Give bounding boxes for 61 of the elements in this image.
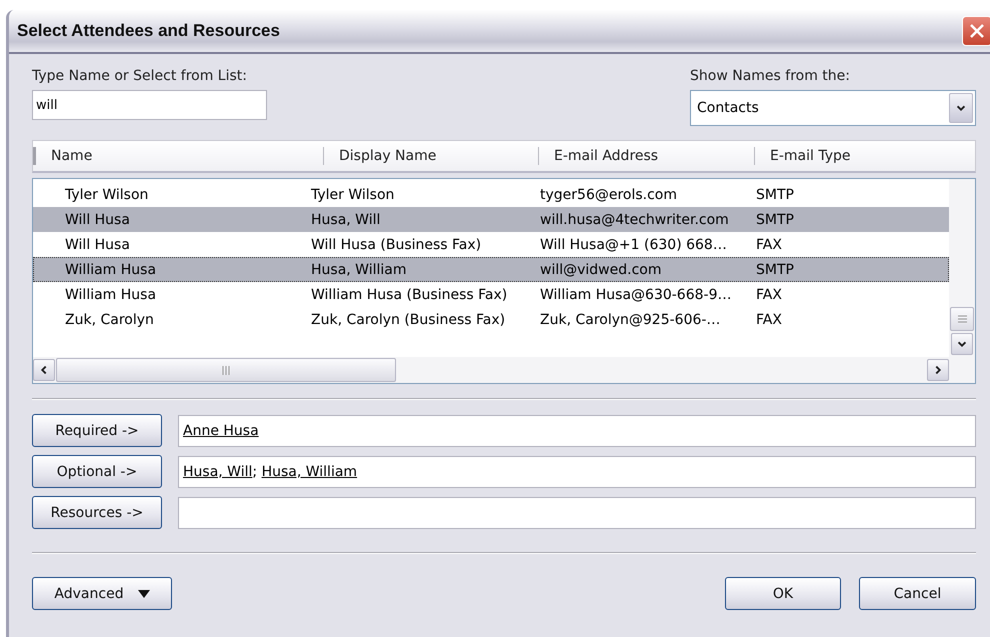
close-icon	[968, 22, 986, 40]
attendee-type-button[interactable]: Required ->	[32, 414, 162, 447]
scroll-left-button[interactable]	[33, 359, 55, 381]
name-input[interactable]: will	[32, 90, 267, 120]
table-cell-text: William Husa (Business Fax)	[311, 286, 508, 302]
separator-text: ;	[252, 464, 258, 480]
horizontal-scrollbar[interactable]	[33, 357, 949, 383]
table-cell-text: Will Husa (Business Fax)	[311, 236, 482, 252]
attendee-field[interactable]: Husa, Will; Husa, William	[178, 456, 976, 488]
caret-icon	[138, 590, 150, 598]
field-label: Type Name or Select from List:	[32, 68, 248, 84]
table-cell-text: Tyler Wilson	[311, 186, 396, 202]
table-cell-text: SMTP	[756, 212, 795, 228]
table-cell-text: Zuk, Carolyn (Business Fax)	[311, 312, 506, 328]
table-cell-text: tyger56@erols.com	[540, 186, 678, 202]
column-header[interactable]: Display Name	[323, 147, 538, 165]
column-header[interactable]: Name	[33, 147, 323, 165]
window-title: Select Attendees and Resources	[17, 21, 280, 41]
table-cell-text: will@vidwed.com	[540, 262, 662, 278]
vertical-scrollbar[interactable]	[949, 179, 975, 357]
scroll-thumb[interactable]	[950, 307, 974, 331]
attendee-type-button[interactable]: Optional ->	[32, 455, 162, 488]
field-label: Show Names from the:	[690, 68, 851, 84]
attendee-name[interactable]: Anne Husa	[183, 422, 259, 438]
grip-icon	[958, 314, 966, 324]
scroll-down-button[interactable]	[951, 333, 973, 355]
attendee-type-button[interactable]: Resources ->	[32, 496, 162, 529]
table-cell-text: Will Husa	[64, 212, 131, 228]
address-book-dropdown[interactable]: Contacts	[690, 90, 976, 126]
table-cell-text: Will Husa	[64, 236, 131, 252]
table-cell-text: Zuk, Carolyn@925-606-…	[540, 312, 722, 328]
ok-button[interactable]: OK	[725, 577, 841, 610]
contact-row[interactable]: Will Husa Husa, Will will.husa@4techwriter.com SMTP	[33, 207, 949, 232]
table-cell-text: William Husa	[64, 286, 158, 302]
attendee-field[interactable]	[178, 496, 976, 528]
table-cell-text: FAX	[756, 236, 783, 252]
column-header[interactable]: E-mail Type	[754, 147, 975, 165]
attendee-name[interactable]: Husa, William	[262, 464, 358, 480]
table-cell-text: Husa, William	[311, 262, 408, 278]
close-button[interactable]	[962, 16, 990, 46]
table-cell-text: SMTP	[756, 262, 795, 278]
scroll-thumb[interactable]	[56, 358, 396, 382]
grip-icon	[222, 366, 230, 374]
cancel-button[interactable]: Cancel	[859, 577, 976, 610]
table-cell-text: William Husa@630-668-9…	[540, 286, 732, 302]
table-cell-text: will.husa@4techwriter.com	[540, 212, 730, 228]
table-cell-text: FAX	[756, 312, 783, 328]
attendee-name[interactable]: Husa, Will	[183, 464, 252, 480]
scroll-right-button[interactable]	[927, 359, 949, 381]
column-header[interactable]: E-mail Address	[538, 147, 754, 165]
table-cell-text: Will Husa@+1 (630) 668…	[540, 236, 728, 252]
table-cell-text: Zuk, Carolyn	[64, 312, 155, 328]
contact-row[interactable]: William Husa Husa, William will@vidwed.com SMTP	[33, 257, 949, 282]
table-cell-text: Tyler Wilson	[64, 186, 150, 202]
table-cell-text: SMTP	[756, 186, 795, 202]
dropdown-button[interactable]	[949, 93, 973, 123]
table-cell-text: FAX	[756, 286, 783, 302]
attendee-field[interactable]: Anne Husa	[178, 414, 976, 446]
table-cell-text: Husa, Will	[311, 212, 382, 228]
table-cell-text: William Husa	[64, 262, 158, 278]
advanced-button[interactable]: Advanced	[32, 577, 172, 610]
